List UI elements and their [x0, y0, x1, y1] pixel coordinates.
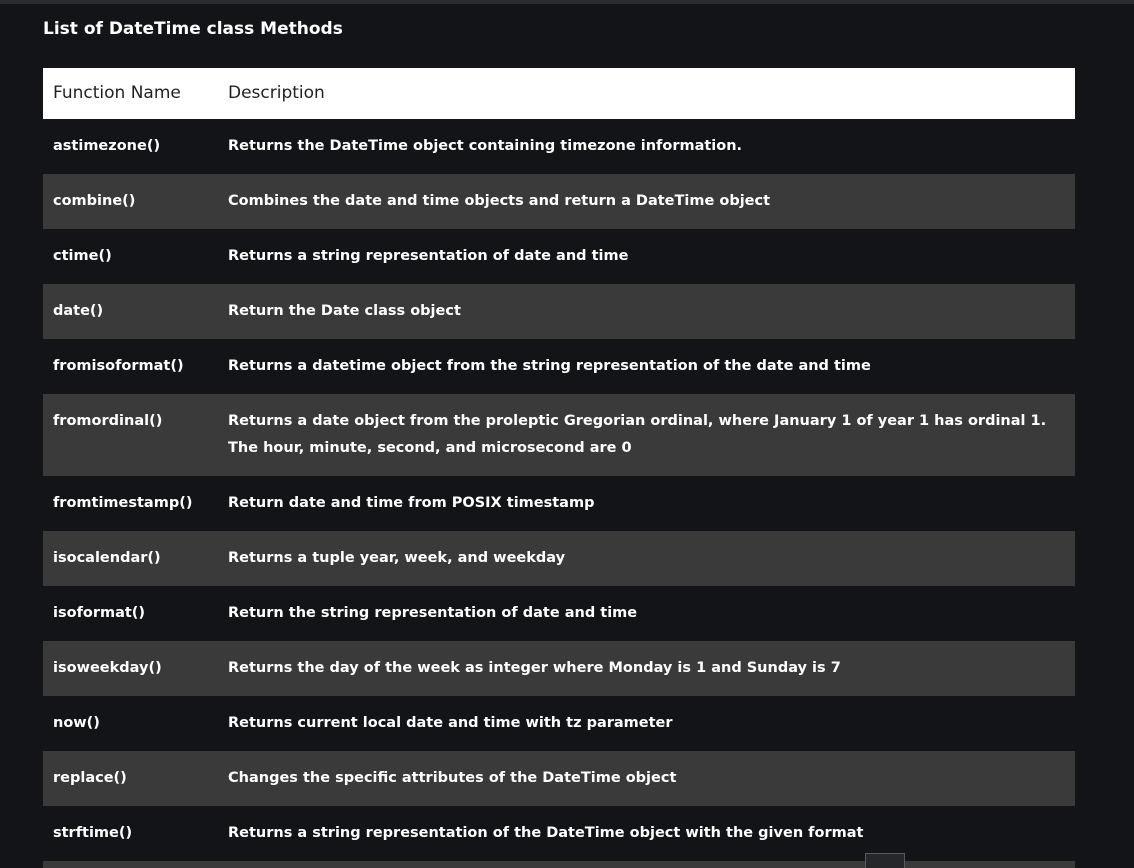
- function-name-cell: strftime(): [53, 825, 133, 841]
- table-row: isocalendar() Returns a tuple year, week,…: [43, 531, 1075, 586]
- description-cell: Return the Date class object: [228, 303, 461, 319]
- function-name-cell: replace(): [53, 770, 127, 786]
- table-row: date() Return the Date class object: [43, 284, 1075, 339]
- function-name-cell: now(): [53, 715, 100, 731]
- function-name-cell: [43, 861, 228, 868]
- description-cell: Returns a datetime object from the strin…: [228, 358, 871, 374]
- function-name-cell: astimezone(): [53, 138, 161, 154]
- description-cell: Returns the day of the week as integer w…: [228, 660, 841, 676]
- table-row: isoformat() Return the string representat…: [43, 586, 1075, 641]
- table-header-row: Function Name Description: [43, 68, 1075, 119]
- description-cell: [228, 861, 1075, 868]
- top-border: [0, 0, 1134, 4]
- description-cell: Returns a date object from the proleptic…: [228, 413, 1047, 456]
- table-row: fromtimestamp() Return date and time from…: [43, 476, 1075, 531]
- table-row: fromordinal() Returns a date object from …: [43, 394, 1075, 476]
- table-row: fromisoformat() Returns a datetime object…: [43, 339, 1075, 394]
- table-row: now() Returns current local date and time…: [43, 696, 1075, 751]
- description-cell: Combines the date and time objects and r…: [228, 193, 771, 209]
- methods-table: Function Name Description astimezone() Re…: [43, 68, 1075, 868]
- function-name-cell: isoweekday(): [53, 660, 162, 676]
- function-name-cell: fromisoformat(): [53, 358, 184, 374]
- header-description: Description: [228, 83, 325, 103]
- description-cell: Returns a string representation of the D…: [228, 825, 864, 841]
- function-name-cell: fromordinal(): [53, 413, 163, 429]
- table-row: ctime() Returns a string representation o…: [43, 229, 1075, 284]
- table-row: replace() Changes the specific attributes…: [43, 751, 1075, 806]
- table-row: [43, 861, 1075, 868]
- description-cell: Returns a tuple year, week, and weekday: [228, 550, 566, 566]
- table-row: combine() Combines the date and time obje…: [43, 174, 1075, 229]
- function-name-cell: fromtimestamp(): [53, 495, 193, 511]
- function-name-cell: ctime(): [53, 248, 112, 264]
- table-row: astimezone() Returns the DateTime object …: [43, 119, 1075, 174]
- function-name-cell: combine(): [53, 193, 136, 209]
- scroll-to-top-button[interactable]: [865, 853, 905, 868]
- header-function-name: Function Name: [53, 83, 181, 103]
- function-name-cell: isoformat(): [53, 605, 146, 621]
- function-name-cell: date(): [53, 303, 104, 319]
- description-cell: Returns a string representation of date …: [228, 248, 629, 264]
- description-cell: Return the string representation of date…: [228, 605, 638, 621]
- table-body: astimezone() Returns the DateTime object …: [43, 119, 1075, 868]
- description-cell: Returns current local date and time with…: [228, 715, 673, 731]
- page-heading: List of DateTime class Methods: [43, 19, 343, 39]
- description-cell: Return date and time from POSIX timestam…: [228, 495, 595, 511]
- table-row: isoweekday() Returns the day of the week …: [43, 641, 1075, 696]
- table-row: strftime() Returns a string representatio…: [43, 806, 1075, 861]
- description-cell: Returns the DateTime object containing t…: [228, 138, 743, 154]
- function-name-cell: isocalendar(): [53, 550, 161, 566]
- description-cell: Changes the specific attributes of the D…: [228, 770, 677, 786]
